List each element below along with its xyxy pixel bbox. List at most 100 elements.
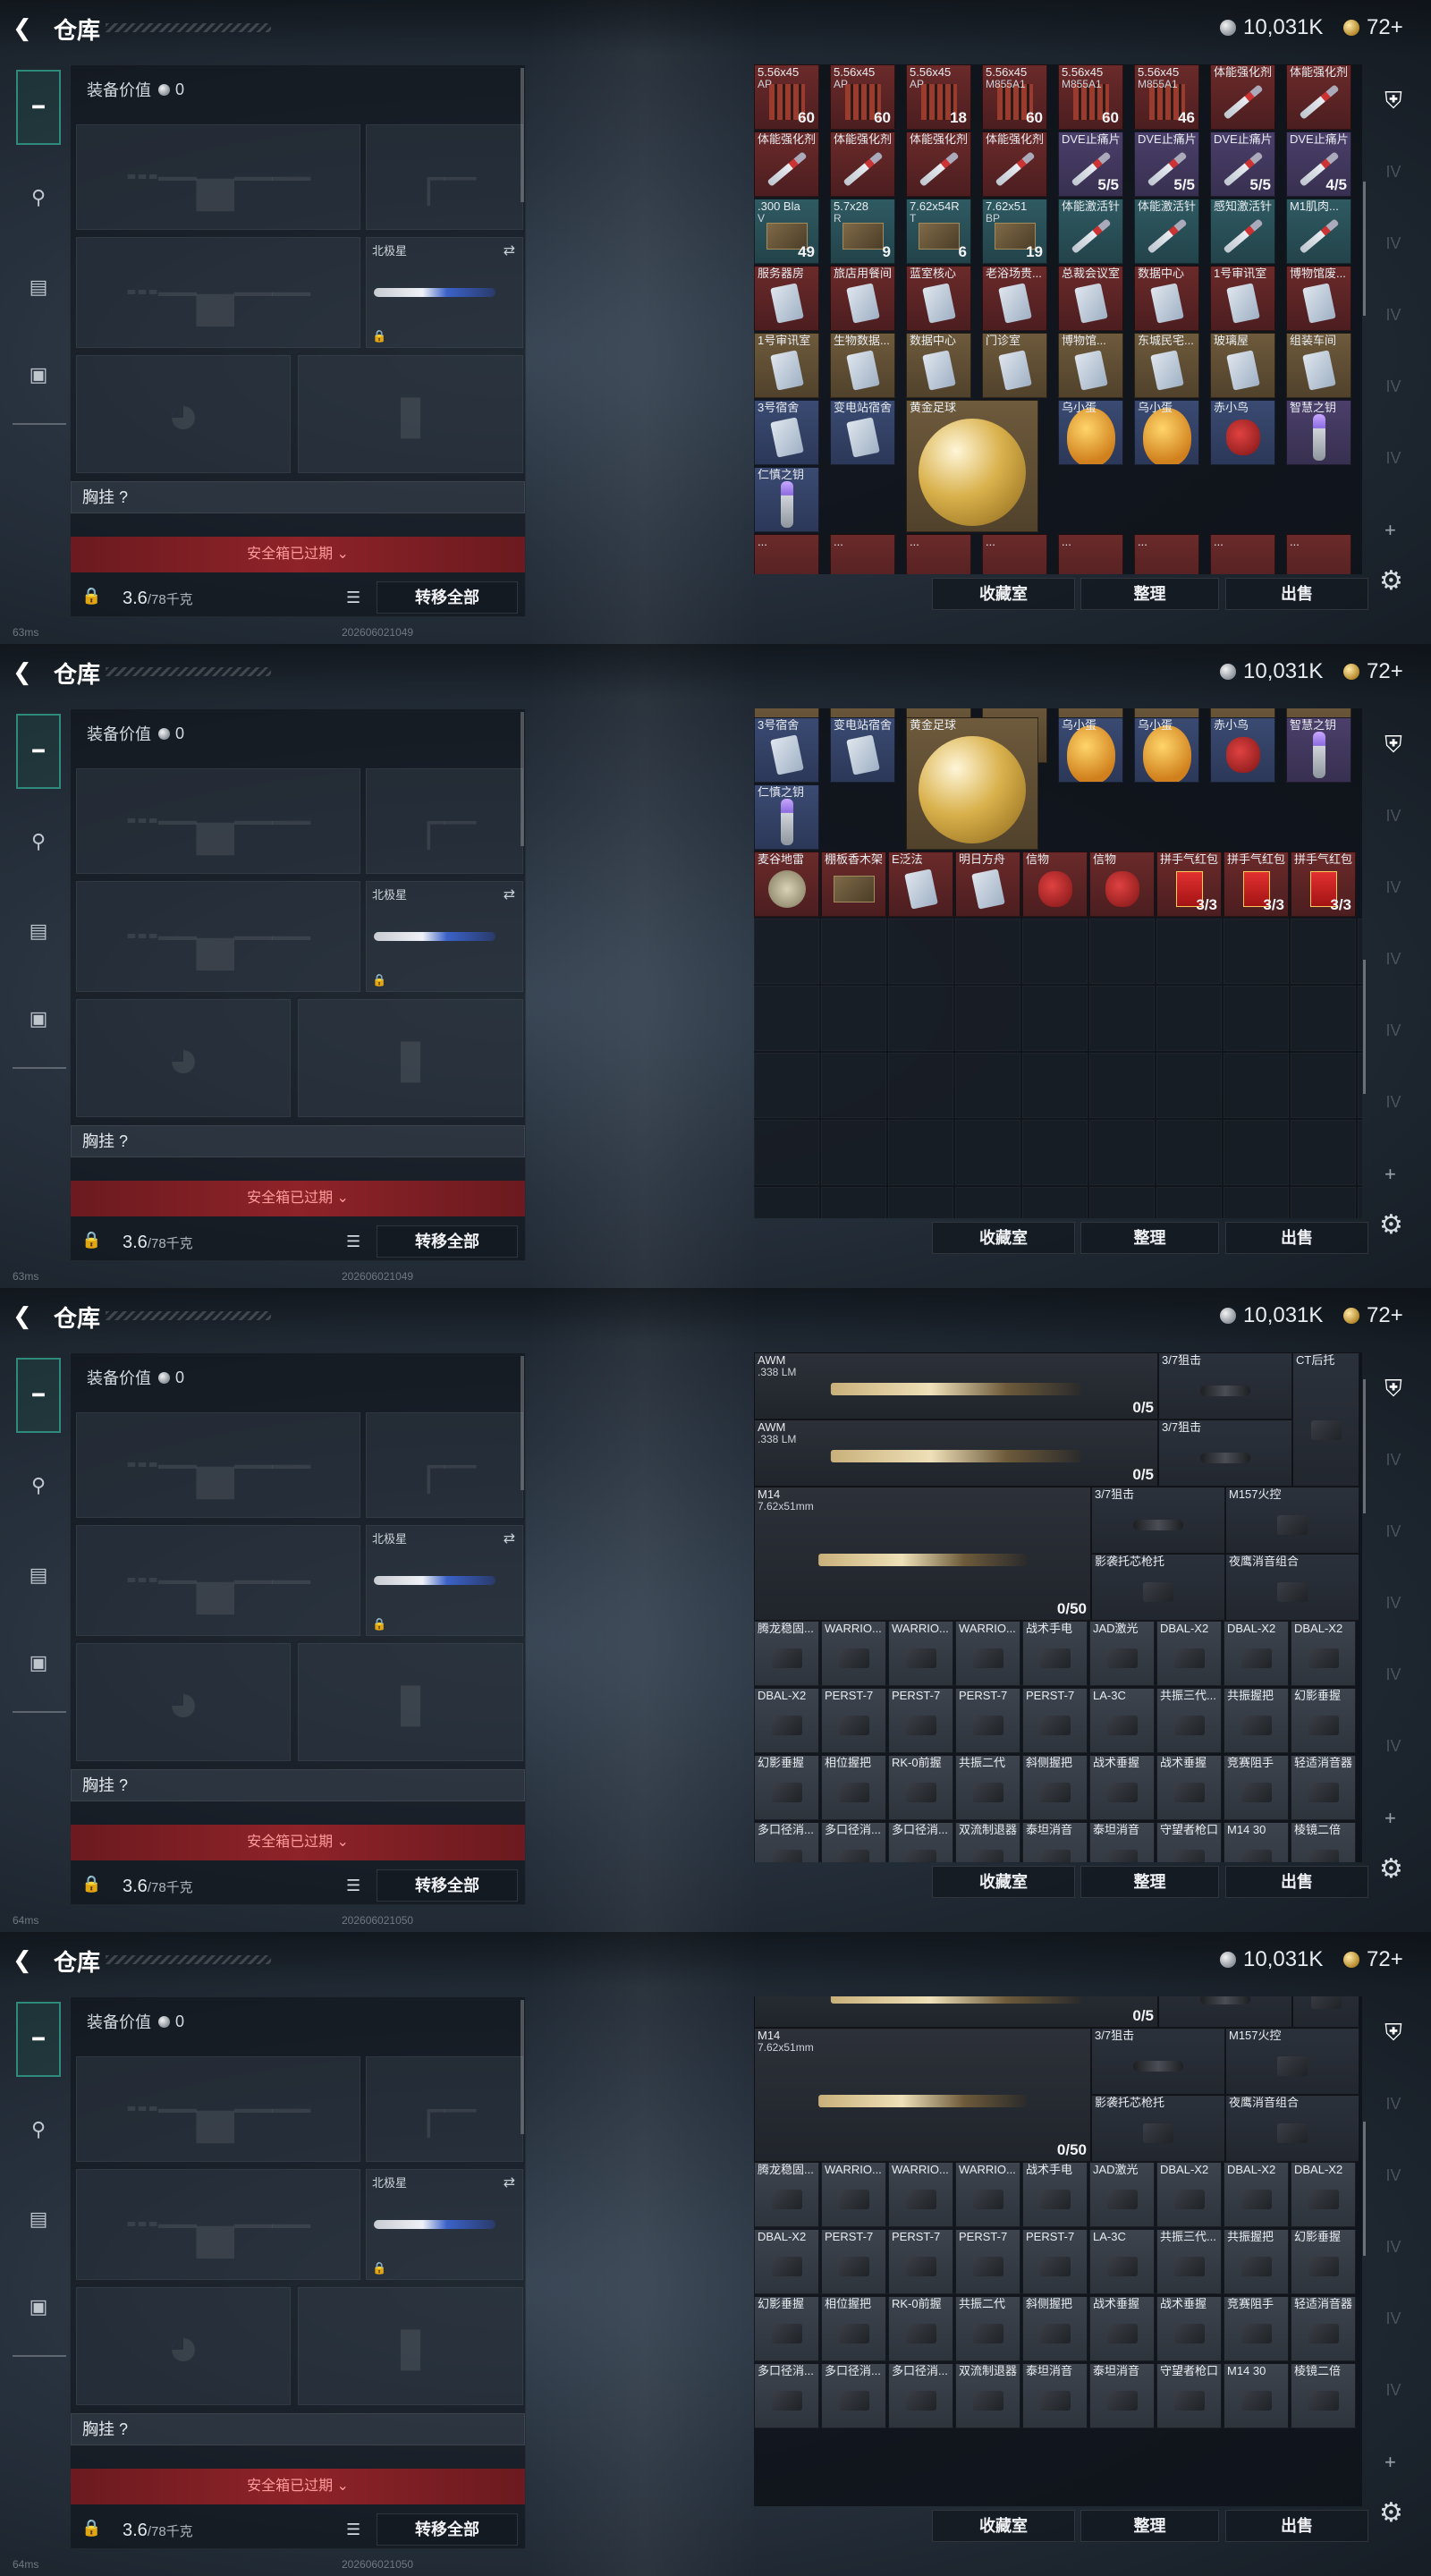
warehouse-tab-icon[interactable]: IV: [1376, 869, 1411, 905]
inventory-item[interactable]: JAD激光: [1089, 1621, 1155, 1686]
inventory-item[interactable]: 共振二代: [955, 2296, 1020, 2361]
inventory-item[interactable]: 幻影垂握: [1291, 2229, 1356, 2294]
backpack-icon[interactable]: ▤: [18, 267, 59, 308]
inventory-item[interactable]: 体能强化剂: [754, 131, 819, 197]
inventory-item[interactable]: 斜侧握把: [1022, 1755, 1088, 1820]
inventory-item[interactable]: 体能强化剂: [906, 131, 971, 197]
helmet-slot[interactable]: ◕: [76, 2287, 291, 2405]
plus-icon[interactable]: +: [1384, 519, 1396, 542]
inventory-item[interactable]: WARRIO...: [888, 2162, 953, 2227]
inventory-item[interactable]: 东城民宅...: [1134, 333, 1199, 398]
gun-icon[interactable]: ━: [16, 70, 61, 145]
inventory-item[interactable]: M14 30: [1224, 2363, 1289, 2428]
inventory-item[interactable]: 泰坦消音: [1022, 2363, 1088, 2428]
gun-icon[interactable]: ━: [16, 1358, 61, 1433]
empty-slot[interactable]: [1291, 986, 1356, 1051]
chest-rig-row[interactable]: 胸挂 ?: [71, 2413, 525, 2445]
inventory-item[interactable]: 守望者枪口: [1156, 2363, 1222, 2428]
inventory-item[interactable]: 5.56x45 AP 60: [754, 64, 819, 130]
inventory-item[interactable]: 总裁会议室: [1058, 266, 1123, 331]
warehouse-tab-icon[interactable]: IV: [1376, 1442, 1411, 1478]
empty-slot[interactable]: [1156, 986, 1222, 1051]
list-icon[interactable]: ☰: [346, 2521, 360, 2539]
inventory-item[interactable]: 多口径消...: [821, 2363, 886, 2428]
safebox-expired-banner[interactable]: 安全箱已过期 ⌄: [71, 1181, 525, 1216]
inventory-item[interactable]: ...: [1210, 534, 1275, 574]
inventory-item[interactable]: 战术垂握: [1156, 1755, 1222, 1820]
inventory-item[interactable]: 5.56x45 AP 60: [830, 64, 895, 130]
inventory-item[interactable]: M14 30: [1224, 1822, 1289, 1862]
inventory-item[interactable]: 乌小蛋: [1134, 717, 1199, 783]
chest-rig-row[interactable]: 胸挂 ?: [71, 481, 525, 513]
inventory-item[interactable]: 1号审讯室: [754, 333, 819, 398]
secondary-weapon-slot[interactable]: ┄─▄──: [76, 881, 360, 992]
warehouse-tab-icon[interactable]: IV: [1376, 1513, 1411, 1549]
inventory-item[interactable]: 变电站宿舍: [830, 400, 895, 465]
empty-slot[interactable]: [754, 986, 819, 1051]
inventory-item[interactable]: 双流制退器: [955, 1822, 1020, 1862]
inventory-item[interactable]: JAD激光: [1089, 2162, 1155, 2227]
weapon-item[interactable]: .338 LM0/5: [754, 1996, 1158, 2028]
inventory-item[interactable]: DVE止痛片 5/5: [1210, 131, 1275, 197]
empty-slot[interactable]: [888, 1053, 953, 1118]
gun-icon[interactable]: ━: [16, 714, 61, 789]
inventory-item[interactable]: .300 Bla V 49: [754, 199, 819, 264]
inventory-item[interactable]: DBAL-X2: [1291, 1621, 1356, 1686]
inventory-item[interactable]: DBAL-X2: [1156, 1621, 1222, 1686]
inventory-item[interactable]: 腾龙稳固...: [754, 2162, 819, 2227]
empty-slot[interactable]: [821, 1053, 886, 1118]
inventory-item[interactable]: ...: [1286, 534, 1351, 574]
back-arrow-icon[interactable]: ❮: [13, 1946, 39, 1973]
secondary-weapon-slot[interactable]: ┄─▄──: [76, 2169, 360, 2280]
inventory-item[interactable]: PERST-7: [955, 1688, 1020, 1753]
sell-button[interactable]: 出售: [1225, 2510, 1368, 2542]
inventory-item[interactable]: 泰坦消音: [1022, 1822, 1088, 1862]
inventory-item[interactable]: WARRIO...: [821, 1621, 886, 1686]
inventory-item[interactable]: M1肌肉...: [1286, 199, 1351, 264]
backpack-icon[interactable]: ▤: [18, 911, 59, 952]
helmet-slot[interactable]: ◕: [76, 999, 291, 1117]
inventory-item[interactable]: WARRIO...: [955, 2162, 1020, 2227]
attachment-item[interactable]: [1158, 1996, 1292, 2028]
helmet-icon[interactable]: ⚲: [18, 821, 59, 862]
gold-currency[interactable]: 72+: [1343, 1946, 1403, 1973]
inventory-item[interactable]: 体能激活针: [1134, 199, 1199, 264]
empty-slot[interactable]: [888, 986, 953, 1051]
empty-slot[interactable]: [754, 1053, 819, 1118]
safebox-expired-banner[interactable]: 安全箱已过期 ⌄: [71, 2469, 525, 2504]
inventory-item[interactable]: LA-3C: [1089, 1688, 1155, 1753]
empty-slot[interactable]: [955, 1120, 1020, 1185]
inventory-item[interactable]: 智慧之钥: [1286, 717, 1351, 783]
warehouse-tab-icon[interactable]: IV: [1376, 297, 1411, 333]
empty-slot[interactable]: [888, 1120, 953, 1185]
briefcase-icon[interactable]: ▣: [18, 354, 59, 395]
empty-slot[interactable]: [1089, 1120, 1155, 1185]
inventory-item[interactable]: ...: [830, 534, 895, 574]
inventory-item[interactable]: PERST-7: [888, 2229, 953, 2294]
inventory-item[interactable]: 腾龙稳固...: [754, 1621, 819, 1686]
warehouse-tab-icon[interactable]: IV: [1376, 1013, 1411, 1048]
sell-button[interactable]: 出售: [1225, 1866, 1368, 1898]
organize-button[interactable]: 整理: [1080, 2510, 1219, 2542]
inventory-item[interactable]: 3号宿舍: [754, 400, 819, 465]
gold-currency[interactable]: 72+: [1343, 14, 1403, 41]
chest-rig-row[interactable]: 胸挂 ?: [71, 1125, 525, 1157]
inventory-item[interactable]: ...: [1058, 534, 1123, 574]
empty-slot[interactable]: [1224, 1120, 1289, 1185]
empty-slot[interactable]: [1358, 986, 1362, 1051]
primary-weapon-slot[interactable]: ┄─▄──: [76, 768, 360, 874]
inventory-item[interactable]: 战术垂握: [1089, 2296, 1155, 2361]
sell-button[interactable]: 出售: [1225, 1222, 1368, 1254]
empty-slot[interactable]: [1022, 1120, 1088, 1185]
plus-icon[interactable]: +: [1384, 2451, 1396, 2474]
weapon-item[interactable]: M14 7.62x51mm 0/50: [754, 1487, 1091, 1621]
inventory-item[interactable]: 战术垂握: [1089, 1755, 1155, 1820]
swap-icon[interactable]: ⇄: [504, 886, 515, 903]
inventory-item[interactable]: 泰坦消音: [1089, 2363, 1155, 2428]
briefcase-icon[interactable]: ▣: [18, 998, 59, 1039]
inventory-item[interactable]: 旅店用餐间: [830, 266, 895, 331]
inventory-item[interactable]: 智慧之钥: [1286, 400, 1351, 465]
equipment-scrollbar[interactable]: [521, 68, 524, 202]
warehouse-tab-icon[interactable]: IV: [1376, 941, 1411, 977]
inventory-item[interactable]: WARRIO...: [955, 1621, 1020, 1686]
